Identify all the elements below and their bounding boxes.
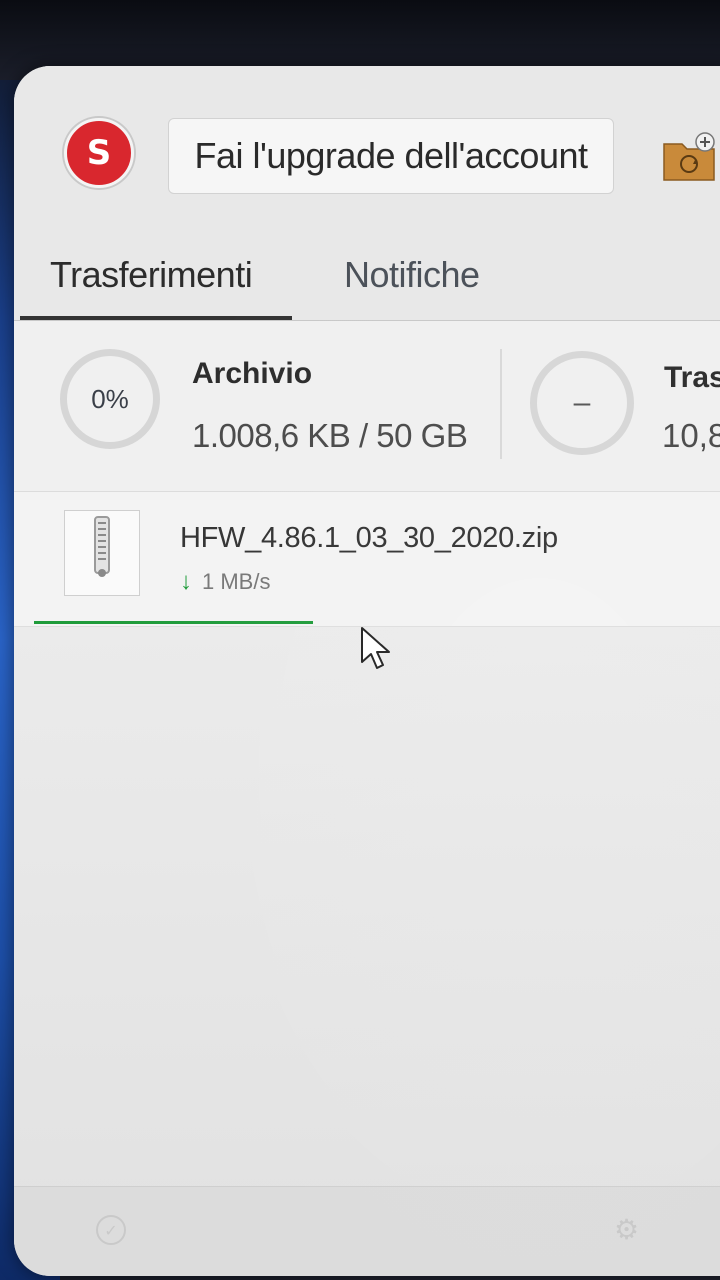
transfer-value: 10,8 bbox=[662, 417, 720, 454]
file-name: HFW_4.86.1_03_30_2020.zip bbox=[180, 522, 558, 554]
avatar[interactable]: S bbox=[64, 118, 134, 188]
transfer-ring-label: – bbox=[573, 386, 591, 419]
check-icon: ✓ bbox=[96, 1215, 126, 1245]
transfer-quota-ring: – bbox=[530, 351, 634, 455]
mouse-pointer-icon bbox=[361, 627, 390, 669]
transfers-list-empty-area bbox=[14, 627, 720, 1227]
tab-bar: Trasferimenti Notifiche bbox=[14, 236, 720, 321]
zip-file-icon bbox=[64, 510, 140, 596]
download-arrow-icon: ↓ bbox=[180, 568, 192, 595]
folder-sync-add-icon[interactable] bbox=[662, 132, 716, 182]
tab-notifiche[interactable]: Notifiche bbox=[344, 254, 480, 296]
footer: ✓ ⚙ bbox=[14, 1186, 720, 1276]
tab-trasferimenti[interactable]: Trasferimenti bbox=[50, 254, 253, 296]
speed-value: 1 MB/s bbox=[202, 569, 271, 594]
storage-percent: 0% bbox=[91, 383, 129, 414]
upgrade-account-button[interactable]: Fai l'upgrade dell'account bbox=[168, 118, 614, 194]
stats-divider bbox=[500, 349, 502, 459]
storage-progress-ring: 0% bbox=[60, 349, 160, 449]
storage-title: Archivio bbox=[192, 357, 313, 390]
gear-icon[interactable]: ⚙ bbox=[614, 1213, 639, 1246]
transfer-progress-fill bbox=[34, 621, 313, 624]
active-tab-indicator bbox=[20, 316, 292, 320]
transfer-progress-bar bbox=[34, 621, 714, 624]
usage-stats: 0% Archivio 1.008,6 KB / 50 GB – Tras 10… bbox=[14, 321, 720, 492]
transfer-speed: ↓ 1 MB/s bbox=[180, 568, 270, 596]
header: S Fai l'upgrade dell'account bbox=[14, 66, 720, 236]
avatar-initial: S bbox=[86, 133, 112, 173]
storage-usage: 1.008,6 KB / 50 GB bbox=[192, 417, 468, 454]
transfer-row[interactable]: HFW_4.86.1_03_30_2020.zip ↓ 1 MB/s bbox=[14, 492, 720, 627]
app-window: S Fai l'upgrade dell'account Trasferimen… bbox=[14, 66, 720, 1276]
transfer-title: Tras bbox=[664, 361, 720, 394]
